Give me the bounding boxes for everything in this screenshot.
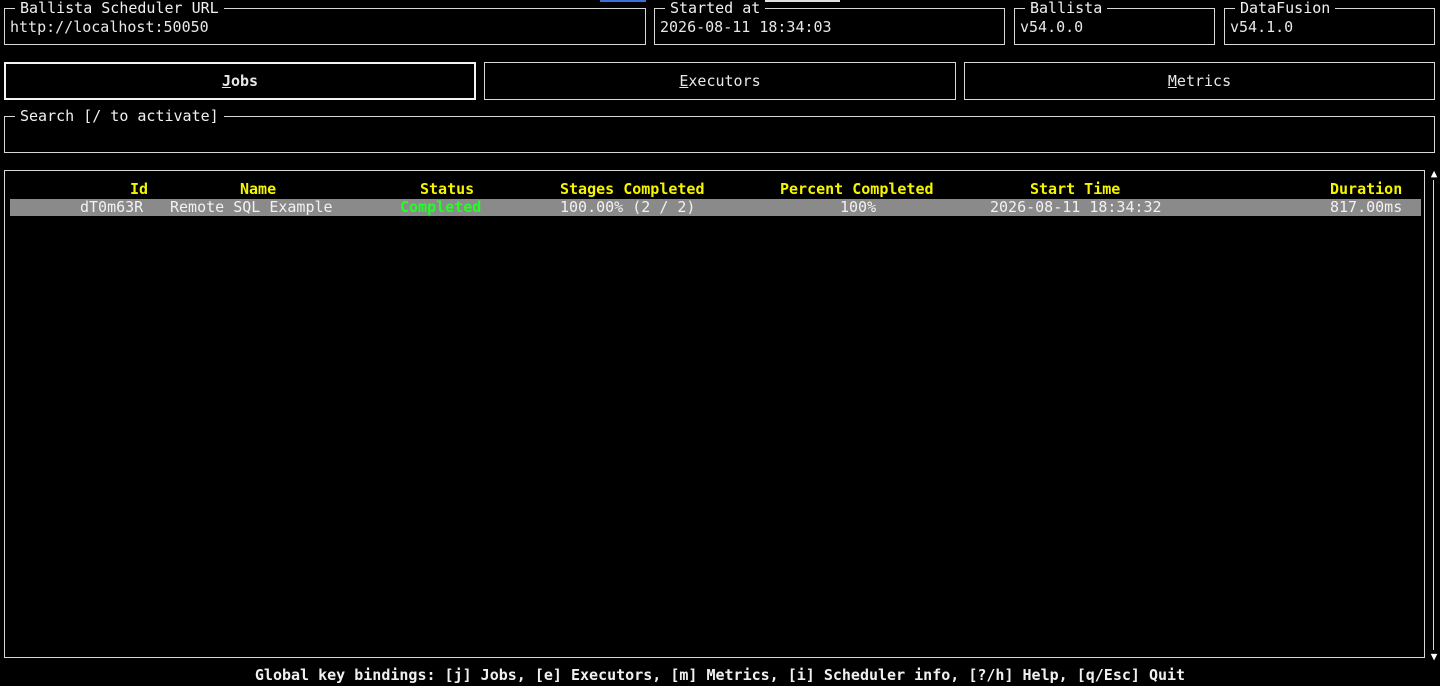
- column-header-stages-completed[interactable]: Stages Completed: [560, 180, 705, 198]
- search-input[interactable]: Search [/ to activate]: [4, 108, 1435, 153]
- column-header-name[interactable]: Name: [240, 180, 276, 198]
- scroll-up-arrow-icon[interactable]: ▲: [1428, 168, 1440, 180]
- cell-start-time: 2026-08-11 18:34:32: [990, 198, 1162, 216]
- scheduler-url-title: Ballista Scheduler URL: [15, 0, 224, 17]
- scrollbar-track[interactable]: [1433, 180, 1434, 650]
- tab-jobs[interactable]: Jobs: [4, 62, 476, 100]
- scheduler-url-panel: Ballista Scheduler URL http://localhost:…: [4, 0, 646, 45]
- cell-name: Remote SQL Example: [170, 198, 333, 216]
- tab-metrics-hotkey: M: [1167, 72, 1177, 90]
- started-at-value: 2026-08-11 18:34:03: [660, 18, 832, 36]
- tab-metrics-label: etrics: [1176, 72, 1232, 90]
- tab-jobs-hotkey: J: [221, 72, 231, 90]
- jobs-table: Id Name Status Stages Completed Percent …: [4, 170, 1425, 658]
- tab-jobs-label: obs: [230, 72, 259, 90]
- search-title: Search [/ to activate]: [15, 108, 224, 125]
- top-marker-blue: [600, 0, 646, 2]
- cell-percent-completed: 100%: [840, 198, 877, 216]
- datafusion-version-panel: DataFusion v54.1.0: [1224, 0, 1435, 45]
- column-header-percent-completed[interactable]: Percent Completed: [780, 180, 934, 198]
- column-header-start-time[interactable]: Start Time: [1030, 180, 1120, 198]
- tab-metrics[interactable]: Metrics: [964, 62, 1435, 100]
- column-header-duration[interactable]: Duration: [1330, 180, 1402, 198]
- column-header-id[interactable]: Id: [130, 180, 148, 198]
- top-marker-white: [760, 0, 840, 2]
- key-bindings-footer: Global key bindings: [j] Jobs, [e] Execu…: [254, 666, 1186, 684]
- scroll-down-arrow-icon[interactable]: ▼: [1428, 651, 1440, 663]
- tab-executors-label: xecutors: [688, 72, 761, 90]
- ballista-version-title: Ballista: [1025, 0, 1108, 17]
- ballista-version-value: v54.0.0: [1020, 18, 1084, 36]
- ballista-version-panel: Ballista v54.0.0: [1014, 0, 1215, 45]
- column-header-status[interactable]: Status: [420, 180, 474, 198]
- cell-id: dT0m63R: [80, 198, 144, 216]
- table-row[interactable]: dT0m63R Remote SQL Example Completed 100…: [10, 198, 1421, 216]
- scheduler-url-value: http://localhost:50050: [10, 18, 209, 36]
- started-at-title: Started at: [665, 0, 766, 17]
- cell-stages-completed: 100.00% (2 / 2): [560, 198, 696, 216]
- cell-duration: 817.00ms: [1330, 198, 1403, 216]
- tab-executors[interactable]: Executors: [484, 62, 956, 100]
- started-at-panel: Started at 2026-08-11 18:34:03: [654, 0, 1005, 45]
- cell-status: Completed: [400, 198, 482, 216]
- datafusion-version-title: DataFusion: [1235, 0, 1336, 17]
- datafusion-version-value: v54.1.0: [1230, 18, 1294, 36]
